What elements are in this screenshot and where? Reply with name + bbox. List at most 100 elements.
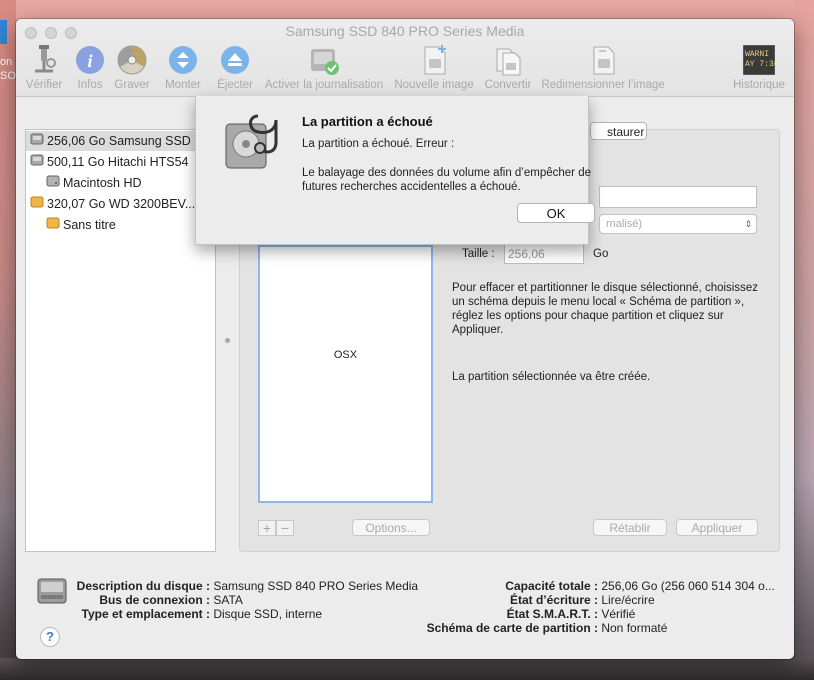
popup-chevron-icon: ⇕ (744, 219, 752, 229)
partition-format-popup[interactable]: rnalisé) ⇕ (599, 214, 757, 234)
toolbar-new-image-label: Nouvelle image (394, 79, 474, 91)
remove-partition-button[interactable]: − (276, 520, 294, 536)
dialog-title: La partition a échoué (302, 114, 433, 129)
info-value: Disque SSD, interne (213, 607, 323, 621)
info-key: Description du disque : (76, 579, 210, 593)
info-icon: i (73, 43, 107, 77)
toolbar-verify-label: Vérifier (25, 79, 63, 91)
toolbar-mount-button[interactable]: Monter (162, 43, 204, 91)
error-sheet: La partition a échoué La partition a éch… (195, 96, 595, 245)
convert-icon (491, 43, 525, 77)
toolbar-info-label: Infos (77, 79, 103, 91)
toolbar-journal-button[interactable]: Activer la journalisation (261, 43, 387, 91)
info-value: Samsung SSD 840 PRO Series Media (213, 579, 419, 593)
device-item-hitachi[interactable]: 500,11 Go Hitachi HTS54 (30, 152, 189, 172)
info-value: Non formaté (601, 621, 668, 635)
split-view-handle[interactable] (225, 338, 230, 343)
desktop-text-2: SO (0, 70, 16, 82)
info-key: Type et emplacement : (81, 607, 210, 621)
partition-instructions: Pour effacer et partitionner le disque s… (452, 282, 758, 336)
info-row: Type et emplacement : Disque SSD, intern… (52, 607, 418, 621)
eject-icon (218, 43, 252, 77)
svg-text:i: i (87, 51, 92, 71)
revert-button[interactable]: Rétablir (593, 519, 667, 536)
toolbar-journal-label: Activer la journalisation (264, 79, 384, 91)
toolbar-eject-label: Éjecter (217, 79, 253, 91)
info-row: Description du disque : Samsung SSD 840 … (52, 579, 418, 593)
device-item-label: Sans titre (63, 218, 116, 232)
volume-item-sans-titre[interactable]: Sans titre (46, 215, 116, 235)
toolbar-verify-button[interactable]: Vérifier (22, 43, 66, 91)
desktop-text-1: on (0, 56, 13, 68)
external-volume-icon (46, 216, 60, 236)
microscope-icon (27, 43, 61, 77)
help-button[interactable]: ? (40, 627, 60, 647)
info-key: Capacité totale : (505, 579, 598, 593)
info-value: Lire/écrire (601, 593, 655, 607)
size-label: Taille : (462, 248, 495, 260)
toolbar-log-button[interactable]: WARNI AY 7:36 Historique (728, 43, 790, 91)
hard-drive-icon (30, 132, 44, 152)
info-key: Schéma de carte de partition : (426, 621, 598, 635)
toolbar-mount-label: Monter (165, 79, 201, 91)
toolbar-burn-label: Graver (114, 79, 150, 91)
device-item-label: 256,06 Go Samsung SSD (47, 134, 191, 148)
journal-disk-icon (307, 43, 341, 77)
info-key: État d’écriture : (509, 593, 598, 607)
device-list[interactable]: 256,06 Go Samsung SSD 500,11 Go Hitachi … (25, 129, 216, 552)
add-partition-button[interactable]: + (258, 520, 276, 536)
info-row: Schéma de carte de partition : Non forma… (406, 621, 775, 635)
resize-image-icon (586, 43, 620, 77)
tab-restore[interactable]: staurer (590, 122, 647, 140)
partition-created-note: La partition sélectionnée va être créée. (452, 371, 651, 383)
device-item-label: 500,11 Go Hitachi HTS54 (47, 155, 189, 169)
log-icon-text-2: AY 7:36 (745, 60, 775, 69)
toolbar-log-label: Historique (733, 79, 785, 91)
info-row: État S.M.A.R.T. : Vérifié (406, 607, 775, 621)
device-item-label: Macintosh HD (63, 176, 142, 190)
info-value: SATA (213, 593, 243, 607)
info-row: Capacité totale : 256,06 Go (256 060 514… (406, 579, 775, 593)
info-row: État d’écriture : Lire/écrire (406, 593, 775, 607)
ok-button[interactable]: OK (517, 203, 595, 223)
device-item-wd[interactable]: 320,07 Go WD 3200BEV... (30, 194, 195, 214)
info-row: Bus de connexion : SATA (52, 593, 418, 607)
device-item-label: 320,07 Go WD 3200BEV... (47, 197, 196, 211)
info-key: État S.M.A.R.T. : (506, 607, 598, 621)
toolbar-convert-button[interactable]: Convertir (481, 43, 535, 91)
toolbar-resize-image-label: Redimensionner l’image (541, 79, 665, 91)
info-value: Vérifié (601, 607, 636, 621)
toolbar-eject-button[interactable]: Éjecter (214, 43, 256, 91)
disk-utility-icon (218, 110, 284, 179)
options-button[interactable]: Options... (352, 519, 430, 536)
partition-format-value: rnalisé) (606, 218, 643, 230)
desktop-bottom-edge (0, 658, 814, 680)
toolbar-burn-button[interactable]: Graver (112, 43, 152, 91)
disk-utility-window: Samsung SSD 840 PRO Series Media Vérifie… (16, 19, 794, 659)
toolbar-new-image-button[interactable]: Nouvelle image (391, 43, 477, 91)
size-unit: Go (593, 248, 609, 260)
disk-info-left: Description du disque : Samsung SSD 840 … (52, 579, 418, 621)
size-field[interactable]: 256,06 (504, 244, 584, 264)
disk-info-right: Capacité totale : 256,06 Go (256 060 514… (406, 579, 775, 635)
desktop-left-edge (0, 0, 16, 680)
dialog-message: La partition a échoué. Erreur : (302, 138, 455, 150)
title-toolbar-area: Samsung SSD 840 PRO Series Media Vérifie… (16, 19, 794, 97)
external-drive-icon (30, 195, 44, 215)
desktop-blue-icon (0, 20, 7, 44)
partition-layout-view[interactable]: OSX (258, 245, 433, 503)
partition-name-field[interactable] (599, 186, 757, 208)
log-icon: WARNI AY 7:36 (742, 44, 779, 76)
dialog-informative-text: Le balayage des données du volume afin d… (302, 167, 591, 193)
device-item-samsung[interactable]: 256,06 Go Samsung SSD (30, 131, 191, 151)
volume-item-macintosh-hd[interactable]: Macintosh HD (46, 173, 142, 193)
hard-drive-icon (30, 153, 44, 173)
toolbar-info-button[interactable]: i Infos (72, 43, 108, 91)
new-image-icon (417, 43, 451, 77)
apply-button[interactable]: Appliquer (676, 519, 758, 536)
info-value: 256,06 Go (256 060 514 304 o... (601, 579, 775, 593)
desktop-right-edge (794, 0, 814, 680)
toolbar-resize-image-button[interactable]: Redimensionner l’image (539, 43, 667, 91)
log-icon-text-1: WARNI (745, 50, 769, 59)
window-title: Samsung SSD 840 PRO Series Media (285, 23, 525, 39)
